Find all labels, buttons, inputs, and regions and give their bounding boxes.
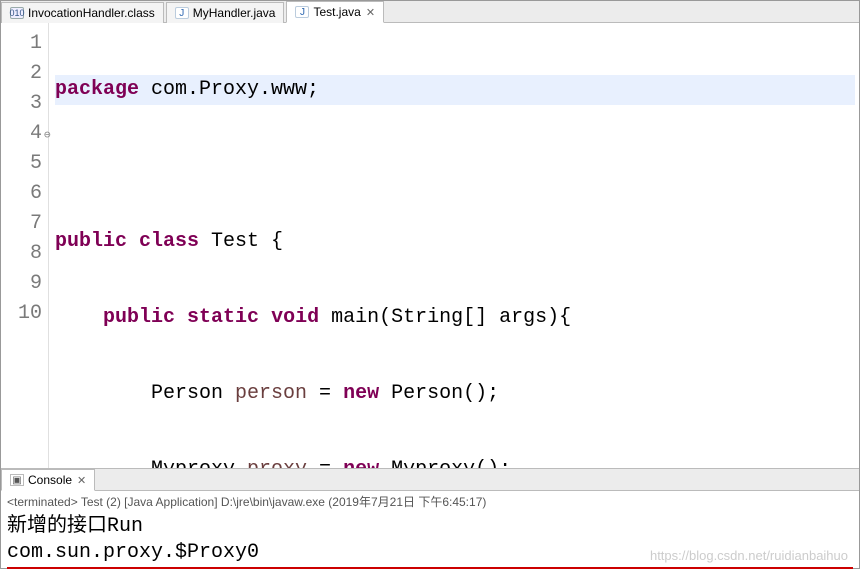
line-number: 9 — [5, 269, 42, 299]
console-tab-bar: ▣ Console ✕ — [1, 469, 859, 491]
console-status: <terminated> Test (2) [Java Application]… — [1, 491, 859, 512]
editor-tab-bar: 010 InvocationHandler.class J MyHandler.… — [1, 1, 859, 23]
line-number: 8 — [5, 239, 42, 269]
line-number: 2 — [5, 59, 42, 89]
class-file-icon: 010 — [10, 7, 24, 19]
code-line — [55, 151, 855, 181]
java-file-icon: J — [175, 7, 189, 19]
code-area[interactable]: package com.Proxy.www; public class Test… — [49, 23, 859, 468]
code-line: Myproxy proxy = new Myproxy(); — [55, 455, 855, 469]
tab-test[interactable]: J Test.java ✕ — [286, 1, 384, 23]
line-gutter: 1 2 3 4 5 6 7 8 9 10 — [1, 23, 49, 468]
tab-label: MyHandler.java — [193, 6, 276, 20]
code-editor[interactable]: 1 2 3 4 5 6 7 8 9 10 package com.Proxy.w… — [1, 23, 859, 469]
tab-invocationhandler[interactable]: 010 InvocationHandler.class — [1, 2, 164, 23]
tab-myhandler[interactable]: J MyHandler.java — [166, 2, 285, 23]
watermark: https://blog.csdn.net/ruidianbaihuo — [650, 548, 848, 563]
line-number: 1 — [5, 29, 42, 59]
tab-label: InvocationHandler.class — [28, 6, 155, 20]
console-icon: ▣ — [10, 474, 24, 486]
code-line: Person person = new Person(); — [55, 379, 855, 409]
close-icon[interactable]: ✕ — [366, 6, 375, 19]
code-line: package com.Proxy.www; — [55, 75, 855, 105]
line-number: 6 — [5, 179, 42, 209]
tab-label: Console — [28, 473, 72, 487]
java-file-icon: J — [295, 6, 309, 18]
code-line: public static void main(String[] args){ — [55, 303, 855, 333]
tab-console[interactable]: ▣ Console ✕ — [1, 469, 95, 491]
line-number: 7 — [5, 209, 42, 239]
line-number: 3 — [5, 89, 42, 119]
close-icon[interactable]: ✕ — [77, 474, 86, 487]
console-line: 新增的接口Run — [7, 514, 853, 540]
line-number: 5 — [5, 149, 42, 179]
tab-label: Test.java — [313, 5, 360, 19]
line-number: 10 — [5, 299, 42, 329]
line-number: 4 — [5, 119, 42, 149]
code-line: public class Test { — [55, 227, 855, 257]
